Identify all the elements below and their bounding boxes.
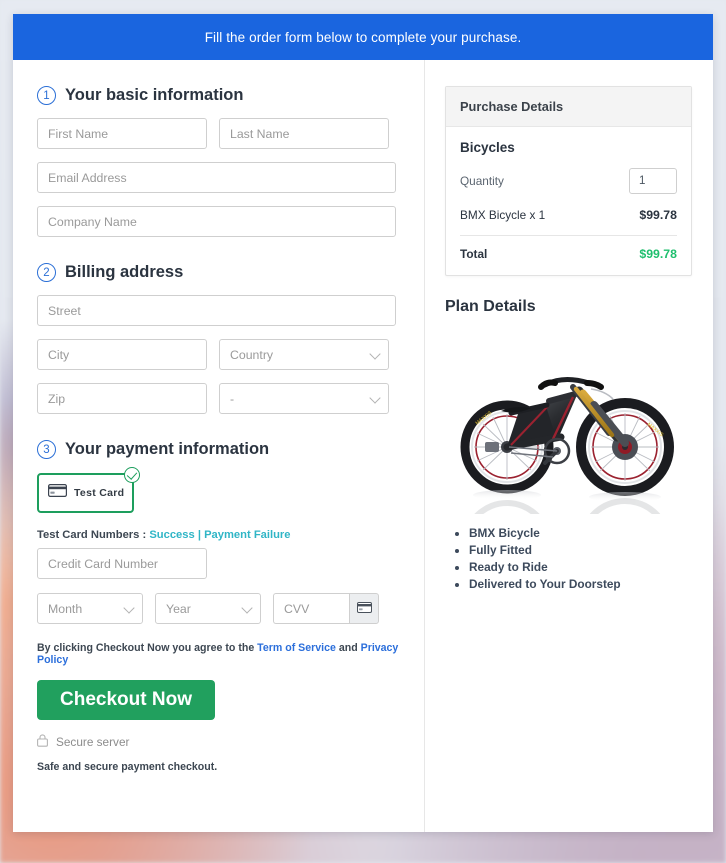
terms-prefix: By clicking Checkout Now you agree to th… bbox=[37, 642, 255, 654]
secure-server-note: Secure server bbox=[37, 734, 406, 750]
terms-of-service-link[interactable]: Term of Service bbox=[257, 642, 336, 654]
section-payment-information: 3 Your payment information bbox=[37, 440, 406, 459]
terms-line: By clicking Checkout Now you agree to th… bbox=[37, 642, 406, 666]
country-select-value: Country bbox=[230, 347, 274, 362]
email-row: Email Address bbox=[37, 162, 406, 193]
payment-failure-link[interactable]: Payment Failure bbox=[204, 529, 290, 541]
test-card-numbers-line: Test Card Numbers : Success | Payment Fa… bbox=[37, 529, 406, 541]
zip-input[interactable]: Zip bbox=[37, 383, 207, 414]
total-label: Total bbox=[460, 247, 488, 261]
first-name-input[interactable]: First Name bbox=[37, 118, 207, 149]
banner: Fill the order form below to complete yo… bbox=[13, 14, 713, 60]
credit-card-number-input[interactable]: Credit Card Number bbox=[37, 548, 207, 579]
year-select[interactable]: Year bbox=[155, 593, 261, 624]
street-input[interactable]: Street bbox=[37, 295, 396, 326]
plan-details-title: Plan Details bbox=[445, 298, 536, 315]
bicycle-photo: MAXXIS MAXXIS bbox=[445, 324, 692, 519]
purchase-details-panel: Purchase Details Bicycles Quantity 1 BMX… bbox=[445, 86, 692, 276]
section-billing-address: 2 Billing address bbox=[37, 263, 406, 282]
zip-state-row: Zip - bbox=[37, 383, 406, 414]
year-select-value: Year bbox=[166, 601, 191, 616]
email-input[interactable]: Email Address bbox=[37, 162, 396, 193]
line-item-price: $99.78 bbox=[639, 208, 677, 222]
company-row: Company Name bbox=[37, 206, 406, 237]
link-divider: | bbox=[197, 529, 201, 541]
line-item-row: BMX Bicycle x 1 $99.78 bbox=[460, 208, 677, 222]
purchase-details-header: Purchase Details bbox=[446, 87, 691, 127]
company-input[interactable]: Company Name bbox=[37, 206, 396, 237]
country-select[interactable]: Country bbox=[219, 339, 389, 370]
credit-card-icon bbox=[48, 484, 67, 502]
credit-card-icon bbox=[356, 600, 372, 618]
secure-server-label: Secure server bbox=[56, 735, 130, 749]
month-select[interactable]: Month bbox=[37, 593, 143, 624]
list-item: Fully Fitted bbox=[469, 542, 692, 559]
chevron-down-icon bbox=[369, 391, 381, 404]
content: 1 Your basic information First Name Last… bbox=[13, 60, 713, 832]
step-1-badge: 1 bbox=[37, 86, 56, 105]
lock-icon bbox=[37, 734, 48, 750]
banner-text: Fill the order form below to complete yo… bbox=[204, 29, 522, 45]
cvv-input[interactable]: CVV bbox=[273, 593, 349, 624]
street-row: Street bbox=[37, 295, 406, 326]
section-title-basic: Your basic information bbox=[65, 86, 244, 104]
form-column: 1 Your basic information First Name Last… bbox=[13, 60, 425, 832]
checkout-card: Fill the order form below to complete yo… bbox=[13, 14, 713, 832]
check-circle-icon bbox=[124, 467, 140, 483]
state-select[interactable]: - bbox=[219, 383, 389, 414]
total-price: $99.78 bbox=[639, 247, 677, 261]
summary-column: Purchase Details Bicycles Quantity 1 BMX… bbox=[425, 60, 712, 832]
quantity-row: Quantity 1 bbox=[460, 168, 677, 194]
footer-note: Safe and secure payment checkout. bbox=[37, 761, 218, 773]
section-basic-information: 1 Your basic information bbox=[37, 86, 406, 105]
purchase-category: Bicycles bbox=[460, 140, 515, 155]
chevron-down-icon bbox=[123, 601, 135, 614]
chevron-down-icon bbox=[369, 347, 381, 360]
cvv-help-button[interactable] bbox=[349, 593, 379, 624]
purchase-details-body: Bicycles Quantity 1 BMX Bicycle x 1 $99.… bbox=[446, 127, 691, 275]
list-item: Ready to Ride bbox=[469, 559, 692, 576]
list-item: Delivered to Your Doorstep bbox=[469, 576, 692, 593]
month-select-value: Month bbox=[48, 601, 83, 616]
quantity-label: Quantity bbox=[460, 174, 504, 188]
terms-and: and bbox=[338, 642, 358, 654]
test-card-label: Test Card bbox=[74, 487, 125, 499]
section-title-billing: Billing address bbox=[65, 263, 184, 281]
name-row: First Name Last Name bbox=[37, 118, 406, 149]
line-item-label: BMX Bicycle x 1 bbox=[460, 208, 546, 222]
test-card-numbers-label: Test Card Numbers : bbox=[37, 529, 147, 541]
checkout-button[interactable]: Checkout Now bbox=[37, 680, 215, 720]
expiry-cvv-row: Month Year CVV bbox=[37, 593, 406, 624]
test-card-option[interactable]: Test Card bbox=[37, 467, 140, 513]
success-link[interactable]: Success bbox=[149, 529, 194, 541]
chevron-down-icon bbox=[241, 601, 253, 614]
list-item: BMX Bicycle bbox=[469, 525, 692, 542]
quantity-input[interactable]: 1 bbox=[629, 168, 677, 194]
city-input[interactable]: City bbox=[37, 339, 207, 370]
step-3-badge: 3 bbox=[37, 440, 56, 459]
step-2-badge: 2 bbox=[37, 263, 56, 282]
total-row: Total $99.78 bbox=[460, 247, 677, 261]
section-title-payment: Your payment information bbox=[65, 440, 270, 458]
plan-feature-list: BMX Bicycle Fully Fitted Ready to Ride D… bbox=[469, 525, 692, 593]
divider bbox=[460, 235, 677, 236]
cvv-group: CVV bbox=[273, 593, 379, 624]
city-country-row: City Country bbox=[37, 339, 406, 370]
state-select-value: - bbox=[230, 391, 235, 406]
last-name-input[interactable]: Last Name bbox=[219, 118, 389, 149]
